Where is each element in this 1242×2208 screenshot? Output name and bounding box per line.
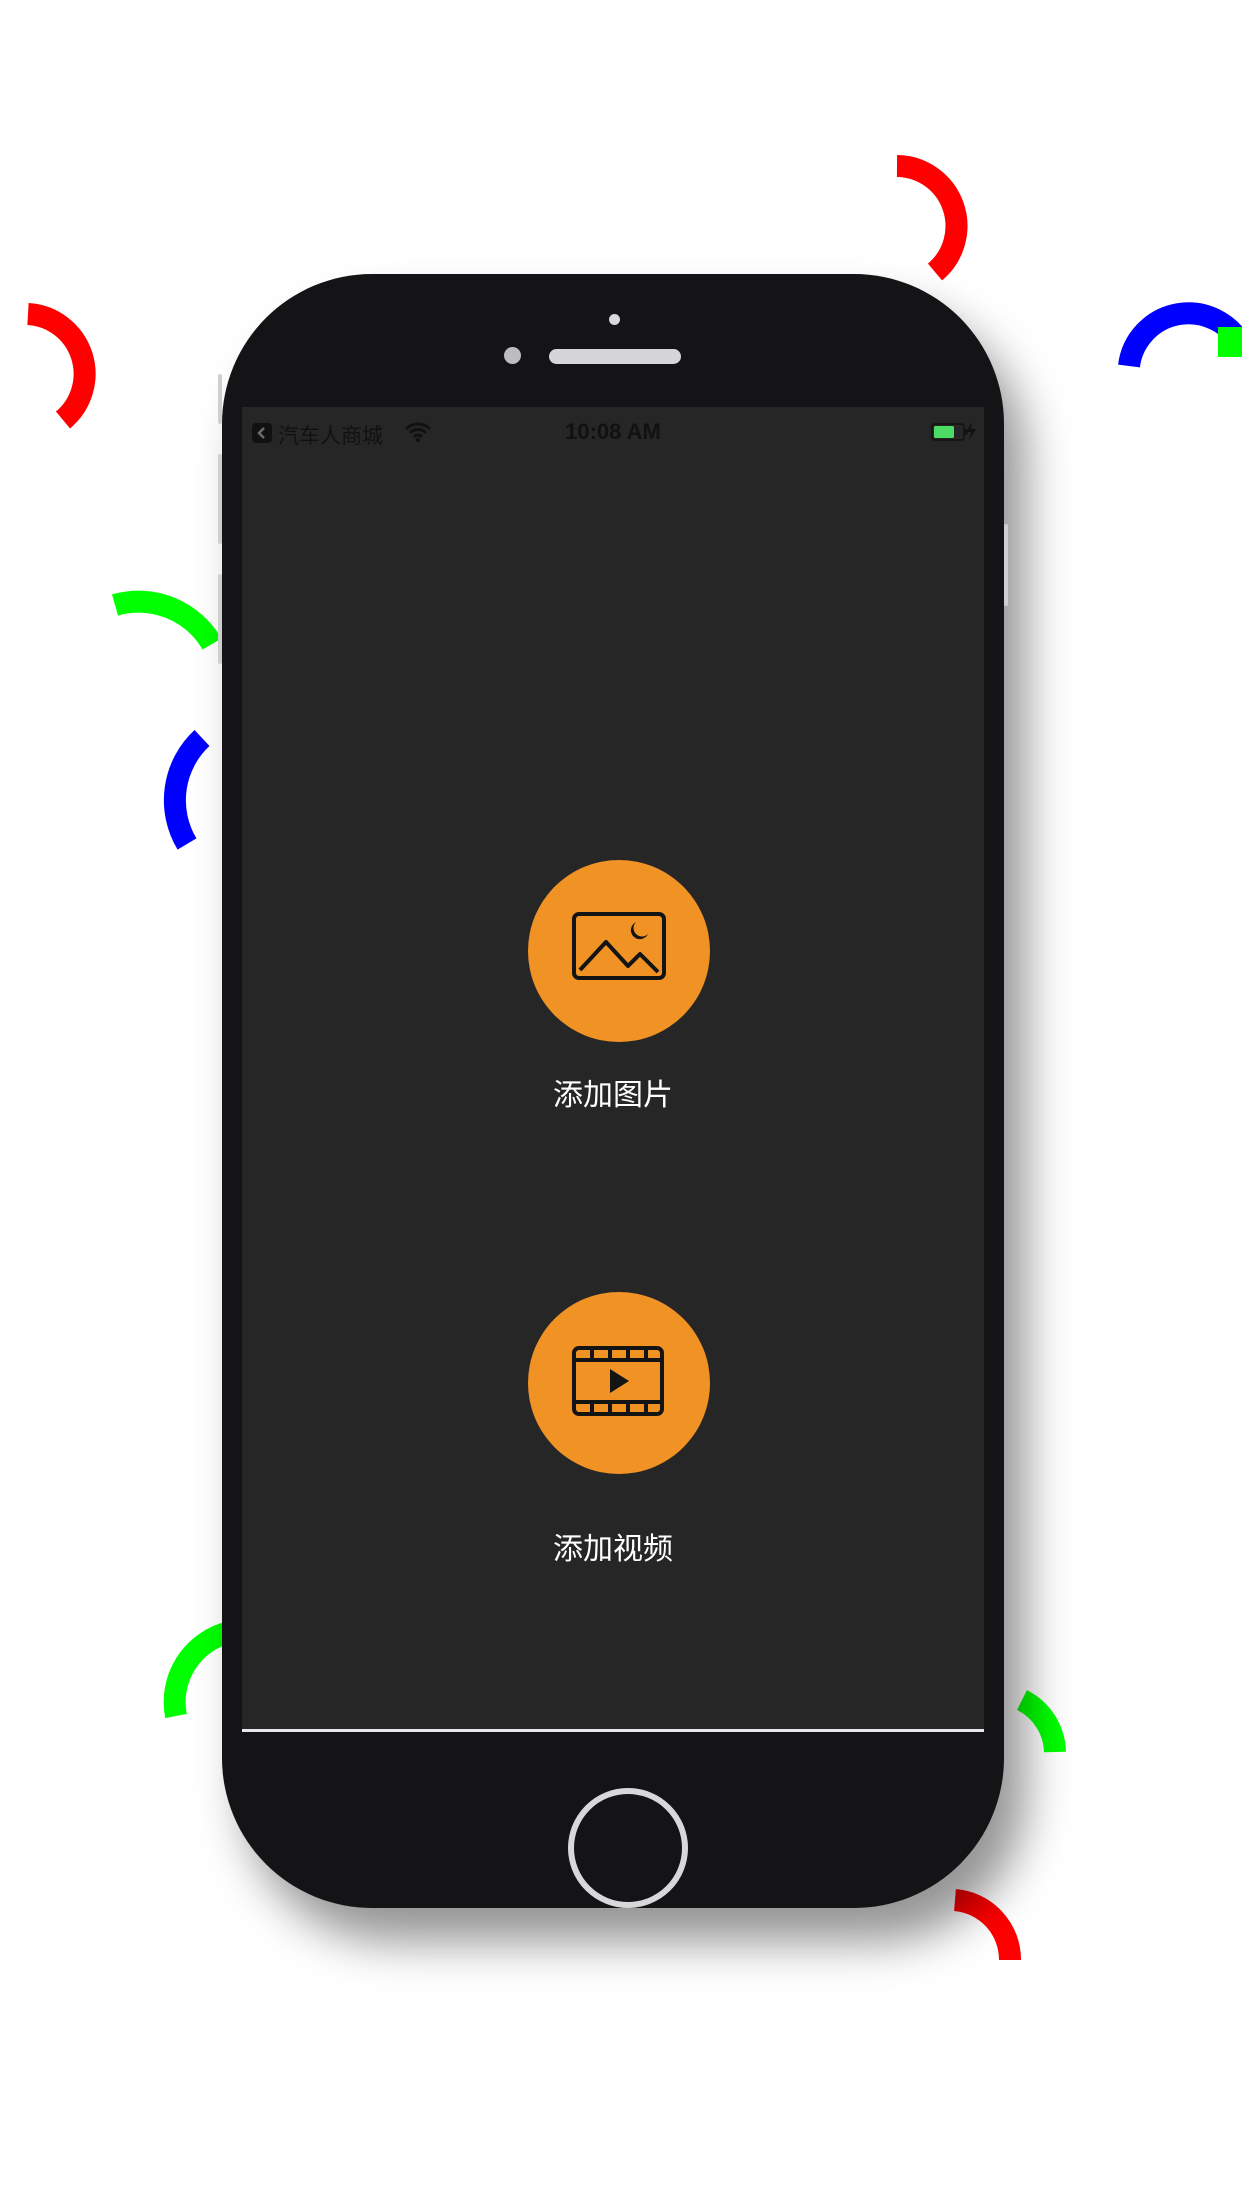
home-button[interactable]	[568, 1788, 688, 1908]
blue-arc	[163, 729, 210, 850]
proximity-sensor	[504, 347, 521, 364]
phone-screen: 汽车人商城 10:08 AM 添加图片 添加视频	[242, 407, 984, 1729]
earpiece-speaker	[549, 349, 681, 364]
phone-side-button	[218, 574, 222, 664]
phone-power-button	[1004, 524, 1008, 606]
phone-side-button	[218, 454, 222, 544]
charging-bolt-icon	[966, 422, 976, 440]
status-bar: 汽车人商城 10:08 AM	[242, 407, 984, 453]
screen-bottom-edge	[242, 1729, 984, 1732]
phone-frame: 汽车人商城 10:08 AM 添加图片 添加视频	[218, 274, 1008, 1908]
image-icon	[572, 912, 666, 980]
add-image-label: 添加图片	[553, 1078, 673, 1113]
add-video-label: 添加视频	[553, 1532, 673, 1567]
video-icon	[572, 1346, 664, 1416]
green-arc	[1016, 1690, 1066, 1753]
add-image-action[interactable]: 添加图片	[242, 860, 984, 1113]
add-image-button[interactable]	[528, 860, 710, 1042]
status-time: 10:08 AM	[565, 419, 661, 444]
red-arc	[896, 155, 968, 281]
phone-side-button	[218, 374, 222, 424]
red-arc	[26, 303, 96, 429]
green-arc	[111, 590, 222, 650]
front-camera	[609, 314, 620, 325]
red-arc	[953, 1889, 1022, 1961]
add-video-action[interactable]: 添加视频	[242, 1292, 984, 1572]
add-video-button[interactable]	[528, 1292, 710, 1474]
